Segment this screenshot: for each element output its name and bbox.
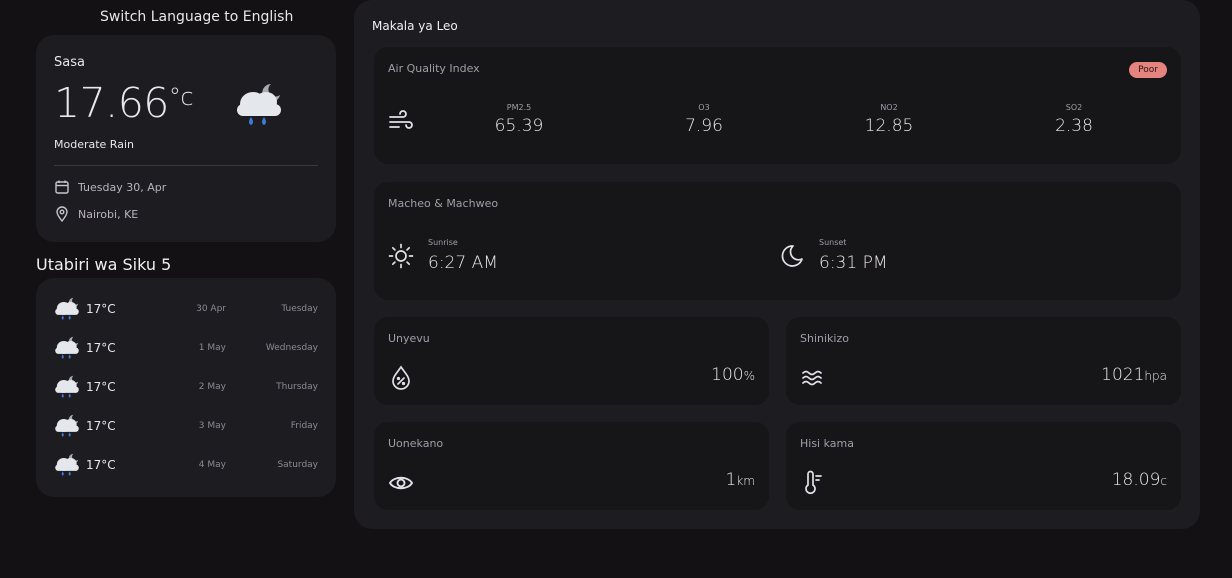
sun-icon [388,243,414,268]
humidity-card: Unyevu 100% [374,317,769,405]
sunset-label: Sunset [819,238,847,247]
sunrise-block: Sunrise 6:27 AM [388,238,498,273]
forecast-row: 17°C 2 May Thursday [52,371,318,403]
rain-cloud-night-icon [55,375,79,398]
current-temp-unit: °c [168,83,194,111]
current-temp-value: 17.66 [54,79,169,127]
sunrise-label: Sunrise [428,238,458,247]
forecast-temp: 17°C [86,341,116,355]
visibility-value-wrap: 1km [726,470,755,490]
forecast-date: 30 Apr [196,304,226,314]
forecast-temp: 17°C [86,380,116,394]
forecast-day: Saturday [277,460,318,470]
forecast-day: Tuesday [281,304,318,314]
forecast-date: 2 May [198,382,226,392]
forecast-date: 4 May [198,460,226,470]
feels-like-card: Hisi kama 18.09c [786,422,1181,510]
rain-cloud-night-icon [237,84,281,125]
current-description: Moderate Rain [54,138,134,151]
forecast-temp: 17°C [86,419,116,433]
aqi-label: PM2.5 [506,103,532,112]
humidity-value: 100 [711,365,744,385]
current-label: Sasa [54,55,85,70]
sunrise-sunset-card: Macheo & Machweo Sunrise 6:27 AM Sunset … [374,182,1181,300]
aqi-o3: O3 7.96 [664,103,744,136]
forecast-temp: 17°C [86,302,116,316]
pressure-value-wrap: 1021hpa [1101,365,1167,385]
current-location-row: Nairobi, KE [54,206,138,222]
current-date-row: Tuesday 30, Apr [54,179,166,195]
aqi-pm25: PM2.5 65.39 [479,103,559,136]
forecast-day: Friday [290,421,318,431]
pressure-unit: hpa [1144,369,1167,383]
aqi-so2: SO2 2.38 [1034,103,1114,136]
humidity-value-wrap: 100% [711,365,755,385]
air-quality-card: Air Quality Index Poor PM2.5 65.39 O3 7.… [374,47,1181,164]
calendar-icon [55,180,69,194]
highlights-title: Makala ya Leo [372,19,458,33]
forecast-row: 17°C 1 May Wednesday [52,332,318,364]
aqi-no2: NO2 12.85 [849,103,929,136]
visibility-unit: km [736,474,755,488]
forecast-date: 1 May [198,343,226,353]
feels-like-title: Hisi kama [800,437,854,450]
sunrise-time: 6:27 AM [428,253,498,273]
visibility-title: Uonekano [388,437,444,450]
thermometer-icon [805,470,822,495]
switch-language-button[interactable]: Switch Language to English [100,9,293,25]
forecast-day: Wednesday [265,343,318,353]
aqi-label: O3 [698,103,710,112]
rain-cloud-night-icon [55,414,79,437]
visibility-card: Uonekano 1km [374,422,769,510]
eye-icon [388,476,414,490]
sunrise-sunset-title: Macheo & Machweo [388,197,499,210]
sunset-block: Sunset 6:31 PM [779,238,888,273]
current-temperature: 17.66°c [54,79,194,127]
aqi-value: 7.96 [685,116,723,136]
moon-icon [781,244,803,267]
humidity-title: Unyevu [388,332,430,345]
current-date: Tuesday 30, Apr [78,180,167,194]
highlights-panel: Makala ya Leo Air Quality Index Poor PM2… [354,0,1200,529]
feels-like-unit: c [1160,474,1167,488]
pressure-card: Shinikizo 1021hpa [786,317,1181,405]
pressure-title: Shinikizo [800,332,849,345]
forecast-row: 17°C 4 May Saturday [52,449,318,481]
feels-like-value-wrap: 18.09c [1112,470,1167,490]
forecast-row: 17°C 3 May Friday [52,410,318,442]
forecast-date: 3 May [198,421,226,431]
pressure-value: 1021 [1101,365,1145,385]
visibility-value: 1 [725,470,737,490]
aqi-value: 12.85 [864,116,914,136]
rain-cloud-night-icon [55,453,79,476]
waves-icon [802,370,822,386]
forecast-row: 17°C 30 Apr Tuesday [52,293,318,325]
current-location: Nairobi, KE [78,207,139,221]
aqi-value: 65.39 [494,116,544,136]
forecast-title: Utabiri wa Siku 5 [36,255,172,274]
aqi-label: NO2 [880,103,898,112]
divider [54,165,318,166]
forecast-temp: 17°C [86,458,116,472]
wind-icon [389,110,413,129]
rain-cloud-night-icon [55,336,79,359]
feels-like-value: 18.09 [1111,470,1161,490]
aqi-status-badge: Poor [1129,62,1167,78]
aqi-value: 2.38 [1055,116,1093,136]
sunset-time: 6:31 PM [819,253,888,273]
location-pin-icon [56,206,68,222]
rain-cloud-night-icon [55,297,79,320]
humidity-drop-icon [392,365,410,390]
forecast-card: 17°C 30 Apr Tuesday 17°C 1 May Wednesday… [36,278,336,497]
forecast-day: Thursday [276,382,318,392]
current-weather-card: Sasa 17.66°c Moderate Rain Tuesday 30, A… [36,35,336,242]
air-quality-title: Air Quality Index [388,62,480,75]
humidity-unit: % [743,369,755,383]
aqi-label: SO2 [1065,103,1083,112]
